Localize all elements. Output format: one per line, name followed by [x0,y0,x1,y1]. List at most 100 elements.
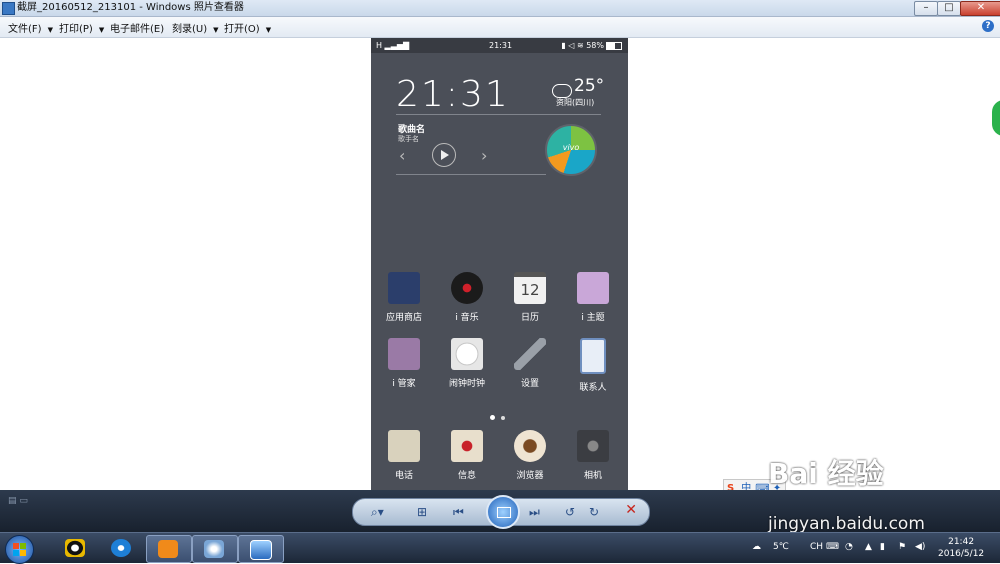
theme-shirt-icon [577,272,609,304]
taskbar-photo-viewer[interactable] [238,535,284,563]
app-label: 联系人 [579,383,607,393]
slideshow-button[interactable] [486,495,520,529]
app-label: 相机 [583,471,602,481]
alarm-clock-icon [451,338,483,370]
photo-viewer-icon [250,540,272,560]
uc-browser-icon [158,540,178,558]
tray-clock[interactable]: 21:42 2016/5/12 [938,536,984,560]
tray-weather[interactable]: 5℃ [773,542,789,552]
app-manager[interactable]: i 管家 [374,338,434,389]
maximize-button[interactable]: □ [937,1,961,16]
divider [396,174,546,175]
music-record-icon [451,272,483,304]
tray-ime-icon[interactable]: ⌨ [826,542,839,552]
app-messages[interactable]: 信息 [437,430,497,481]
minimize-button[interactable]: – [914,1,938,16]
camera-icon [577,430,609,462]
app-contacts[interactable]: 联系人 [563,338,623,393]
app-label: 信息 [457,471,476,481]
weather-cloud-icon [552,84,572,98]
app-phone[interactable]: 电话 [374,430,434,481]
app-label: 设置 [520,379,539,389]
menu-burn[interactable]: 刻录(U) ▼ [172,20,219,35]
app-camera[interactable]: 相机 [563,430,623,481]
app-store-icon [388,272,420,304]
action-center-icon[interactable]: ⚑ [898,542,906,552]
battery-percent: 58% [586,41,604,50]
menu-file[interactable]: 文件(F) ▼ [8,20,53,35]
app-browser[interactable]: 浏览器 [500,430,560,481]
app-theme[interactable]: i 主题 [563,272,623,323]
wrench-settings-icon [514,338,546,370]
next-track-icon[interactable]: › [481,146,487,165]
weather-cloud-icon[interactable]: ☁ [752,542,761,552]
play-icon [441,150,449,160]
contacts-icon [580,338,606,374]
app-clock[interactable]: 闹钟时钟 [437,338,497,389]
network-icon[interactable]: ◔ [845,542,853,552]
network-type: H [376,41,383,50]
fit-window-icon[interactable]: ⊞ [417,505,427,519]
tray-language[interactable]: CH [810,542,823,552]
app-label: 浏览器 [516,471,544,481]
menu-open[interactable]: 打开(O) ▼ [224,20,271,35]
battery-icon [606,41,622,50]
page-dot-active [490,415,495,420]
vivo-brand-text: vivo [562,143,580,152]
previous-image-icon[interactable]: ⏮ [453,505,464,520]
app-music[interactable]: i 音乐 [437,272,497,323]
viewer-controls: ⌕▾ ⊞ ⏮ ⏭ ↺ ↻ ✕ [352,495,650,529]
start-button[interactable] [5,535,34,564]
weather-temperature: 25° [574,76,605,96]
slideshow-icon [497,507,511,518]
dropdown-arrow-icon: ▼ [98,26,105,34]
show-hidden-icons-icon[interactable]: ▲ [865,542,872,552]
next-image-icon[interactable]: ⏭ [529,505,540,520]
widget-clock: 21:31 [396,74,510,115]
volume-icon[interactable]: ◀) [915,542,925,552]
menu-email[interactable]: 电子邮件(E) [110,20,164,35]
app-label: 日历 [520,313,539,323]
browser-coffee-icon [514,430,546,462]
signal-icon: H ▂▃▅▇ [376,41,410,50]
weather-city: 资阳(四川) [556,98,595,107]
app-store[interactable]: 应用商店 [374,272,434,323]
side-green-circle-icon [992,100,1000,136]
taskbar-qq[interactable] [54,535,98,561]
help-icon[interactable]: ? [982,20,994,32]
taskbar-paint[interactable] [192,535,238,563]
tray-time: 21:42 [948,537,975,547]
page-dot [501,416,505,420]
rotate-left-icon[interactable]: ↺ [565,505,575,519]
dropdown-arrow-icon: ▼ [47,26,53,34]
taskbar-uc[interactable] [146,535,192,563]
close-button[interactable]: ✕ [960,1,1000,16]
menu-open-label: 打开(O) [224,24,260,35]
play-button[interactable] [432,143,456,167]
power-icon[interactable]: ▮ [880,542,885,552]
app-label: i 管家 [392,379,416,389]
vivo-logo-icon[interactable]: vivo [545,124,597,176]
singer-name: 歌手名 [398,135,419,143]
divider [396,114,601,115]
zoom-icon[interactable]: ⌕▾ [371,505,384,520]
message-envelope-icon [451,430,483,462]
app-calendar[interactable]: 12 日历 [500,272,560,323]
manager-case-icon [388,338,420,370]
delete-icon[interactable]: ✕ [625,502,637,518]
phone-screenshot: H ▂▃▅▇ 21:31 ▮ ◁ ≋ 58% 21:31 25° 资阳(四川) … [371,38,628,490]
app-settings[interactable]: 设置 [500,338,560,389]
ie-browser-icon [111,539,131,557]
tray-date: 2016/5/12 [938,549,985,559]
watermark-url: jingyan.baidu.com [768,514,925,534]
app-label: 闹钟时钟 [448,379,485,389]
title-bar: 截屏_20160512_213101 - Windows 照片查看器 – □ ✕ [0,0,1000,17]
rotate-right-icon[interactable]: ↻ [589,505,599,519]
app-label: i 音乐 [455,313,479,323]
watermark-logo-text: Bai 经验 [768,457,884,490]
previous-track-icon[interactable]: ‹ [399,146,405,165]
paint-icon [204,540,224,558]
taskbar-ie[interactable] [100,535,144,561]
menu-print-label: 打印(P) [59,24,93,35]
menu-print[interactable]: 打印(P) ▼ [59,20,104,35]
